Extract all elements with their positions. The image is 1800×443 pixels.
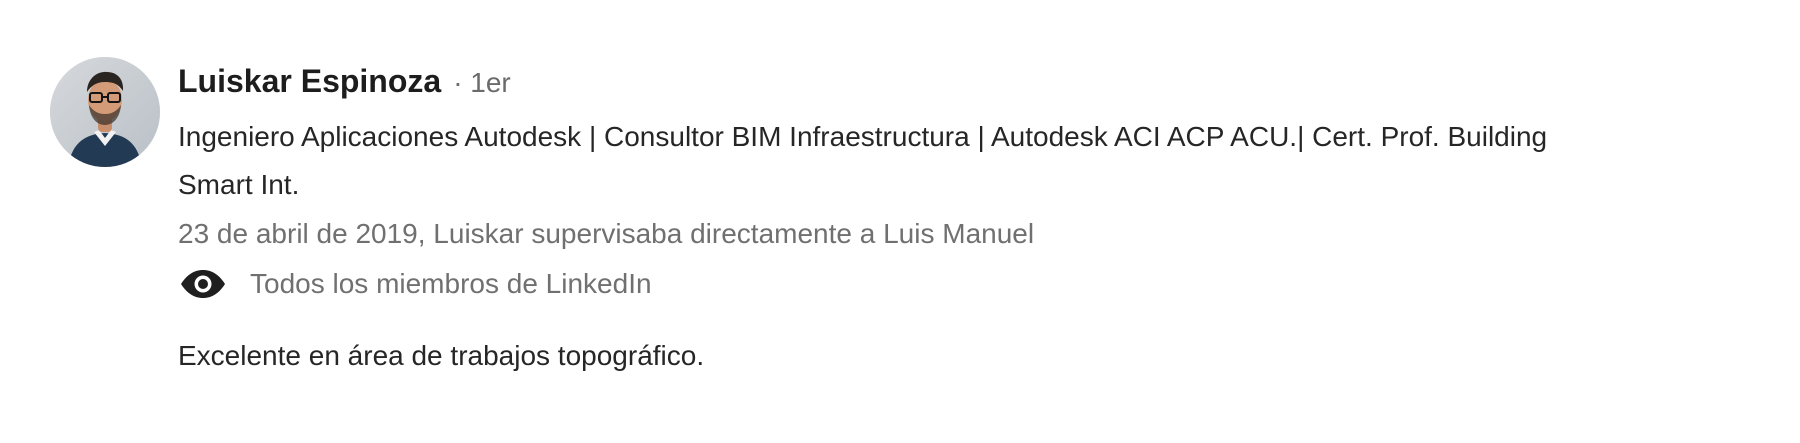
profile-avatar[interactable] (50, 57, 160, 167)
visibility-row: Todos los miembros de LinkedIn (178, 259, 1628, 309)
connection-degree: · 1er (453, 67, 511, 98)
profile-photo-icon (50, 57, 160, 167)
recommendation-card: Luiskar Espinoza · 1er Ingeniero Aplicac… (0, 0, 1800, 443)
recommender-name[interactable]: Luiskar Espinoza (178, 63, 441, 100)
recommendation-date-relation: 23 de abril de 2019, Luiskar supervisaba… (178, 218, 1035, 249)
recommender-headline: Ingeniero Aplicaciones Autodesk | Consul… (178, 121, 1548, 200)
visibility-label: Todos los miembros de LinkedIn (250, 268, 652, 299)
recommendation-content: Luiskar Espinoza · 1er Ingeniero Aplicac… (178, 63, 1628, 380)
name-row: Luiskar Espinoza · 1er (178, 63, 1628, 109)
eye-icon (181, 270, 225, 298)
recommendation-text: Excelente en área de trabajos topográfic… (178, 340, 705, 371)
